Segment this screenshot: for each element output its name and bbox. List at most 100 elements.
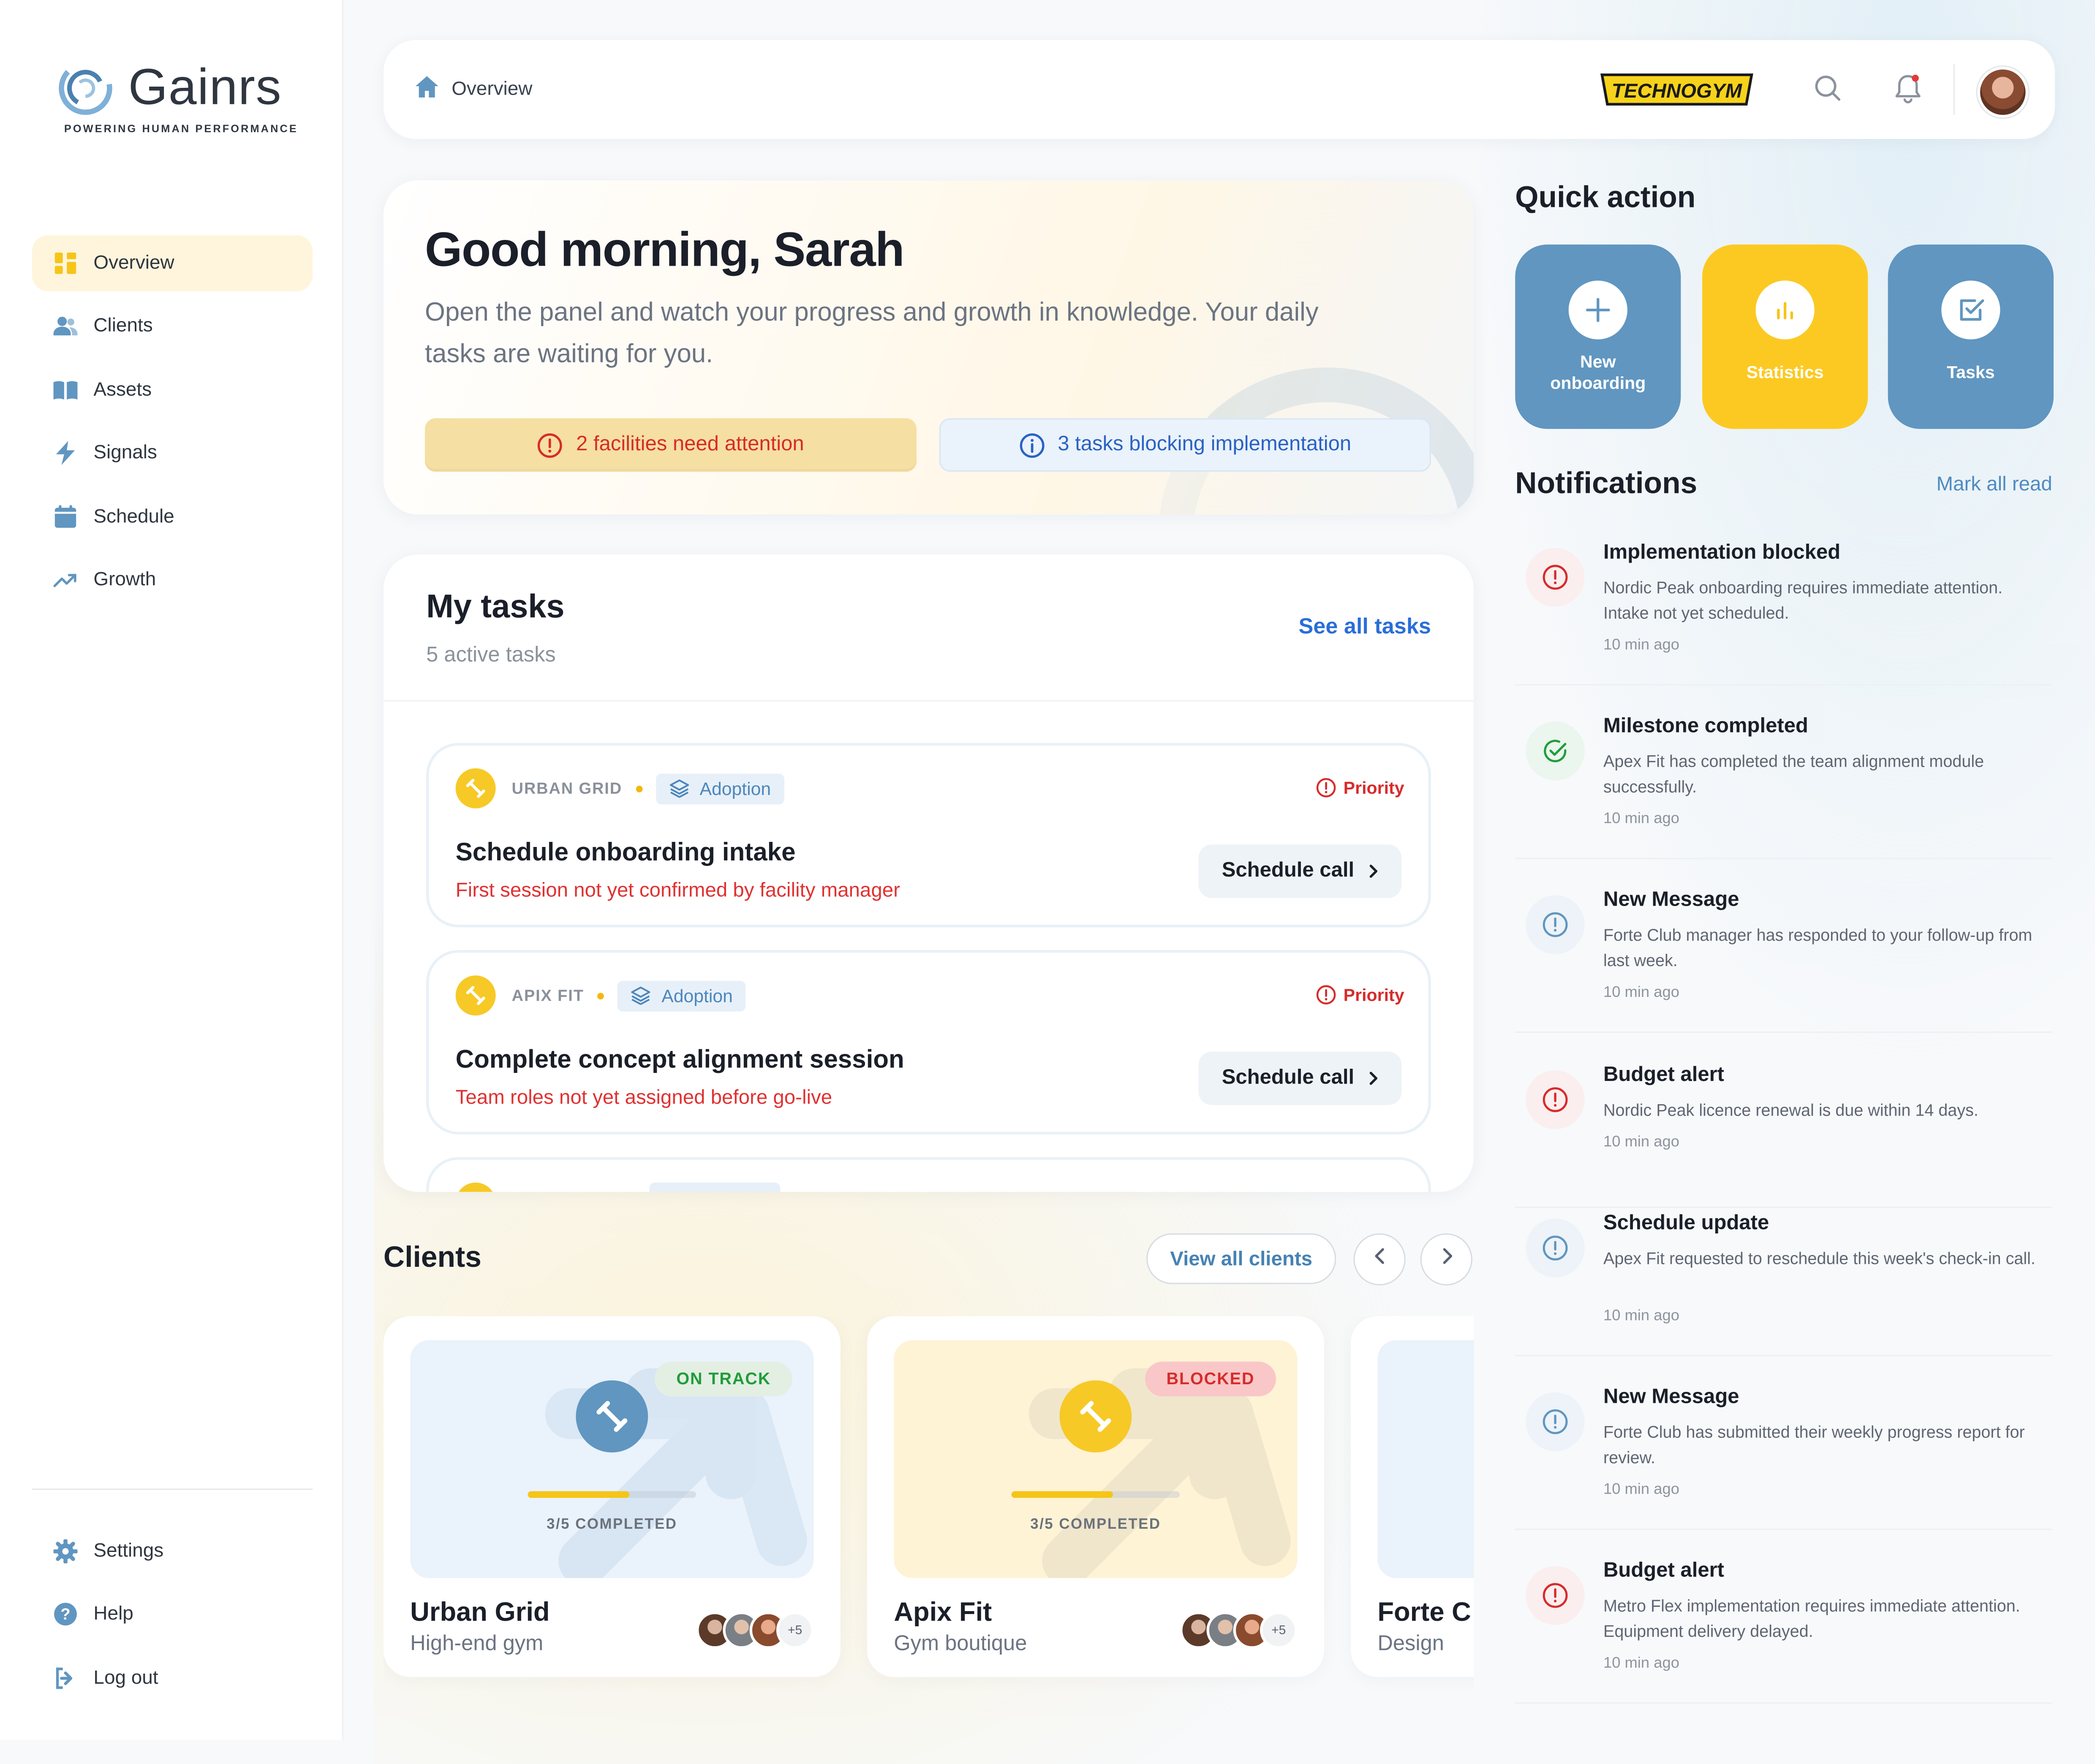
task-card[interactable]: URBAN GRID Adoption Priority Schedule on… <box>426 743 1431 928</box>
new-onboarding-button[interactable]: New onboarding <box>1515 244 1681 429</box>
priority-label: Priority <box>1343 985 1404 1005</box>
attention-alert[interactable]: 2 facilities need attention <box>424 418 917 472</box>
partner-logo-text: TECHNOGYM <box>1612 80 1743 102</box>
client-type: Design <box>1377 1633 1444 1656</box>
attention-label: 2 facilities need attention <box>576 433 804 456</box>
greeting-subtitle: Open the panel and watch your progress a… <box>424 298 1319 369</box>
brand-tagline: POWERING HUMAN PERFORMANCE <box>64 123 298 135</box>
carousel-next-button[interactable] <box>1420 1233 1472 1286</box>
sidebar-item-assets[interactable]: Assets <box>32 362 313 418</box>
sidebar-item-label: Settings <box>93 1541 164 1562</box>
layers-icon <box>631 986 651 1005</box>
see-all-tasks-link[interactable]: See all tasks <box>1298 615 1431 640</box>
tasks-button[interactable]: Tasks <box>1888 244 2054 429</box>
task-client-name: APIX FIT <box>512 986 584 1005</box>
more-avatars-count: +5 <box>1260 1611 1298 1649</box>
client-name: Forte C <box>1377 1598 1471 1628</box>
sidebar-item-clients[interactable]: Clients <box>32 299 313 355</box>
notification-item[interactable]: New Message Forte Club manager has respo… <box>1515 885 2052 1033</box>
alert-circle-icon <box>537 432 563 457</box>
sidebar-item-overview[interactable]: Overview <box>32 235 313 291</box>
client-card[interactable]: Forte C Design <box>1351 1316 1474 1677</box>
task-description: First session not yet confirmed by facil… <box>455 879 900 902</box>
brand-logo[interactable]: Gainrs <box>56 59 282 117</box>
notification-time: 10 min ago <box>1603 637 1679 653</box>
trend-icon <box>53 568 78 592</box>
chevron-right-icon <box>1368 863 1378 879</box>
sidebar-item-label: Growth <box>93 569 156 591</box>
progress-bar <box>1011 1491 1180 1498</box>
notification-time: 10 min ago <box>1603 811 1679 828</box>
team-avatars[interactable]: +5 <box>1180 1611 1298 1649</box>
client-name: Apix Fit <box>894 1598 992 1628</box>
notification-item[interactable]: Budget alert Nordic Peak licence renewal… <box>1515 1059 2052 1208</box>
notification-item[interactable]: New Message Forte Club has submitted the… <box>1515 1382 2052 1530</box>
sidebar-item-schedule[interactable]: Schedule <box>32 488 313 544</box>
blocking-label: 3 tasks blocking implementation <box>1058 433 1352 456</box>
task-tag-label: Adoption <box>661 985 733 1006</box>
book-icon <box>53 378 78 402</box>
task-card-partial[interactable] <box>426 1157 1431 1192</box>
tasks-count: 5 active tasks <box>426 644 556 667</box>
notification-title: New Message <box>1603 888 1739 912</box>
statistics-button[interactable]: Statistics <box>1702 244 1868 429</box>
status-badge: ON TRACK <box>655 1361 792 1396</box>
sidebar-item-label: Assets <box>93 379 152 401</box>
mark-all-read-link[interactable]: Mark all read <box>1937 473 2052 496</box>
sidebar-item-logout[interactable]: Log out <box>32 1650 313 1706</box>
client-badge-icon <box>455 768 496 808</box>
bell-icon[interactable] <box>1893 72 1923 111</box>
status-badge: BLOCKED <box>1145 1361 1276 1396</box>
search-icon[interactable] <box>1813 74 1843 109</box>
priority-label: Priority <box>1343 778 1404 798</box>
schedule-call-button[interactable]: Schedule call <box>1198 844 1402 898</box>
chevron-left-icon <box>1373 1247 1386 1272</box>
more-avatars-count: +5 <box>776 1611 814 1649</box>
notification-title: Schedule update <box>1603 1212 1769 1235</box>
sidebar-item-label: Log out <box>93 1667 158 1689</box>
topbar-divider <box>1953 64 1955 115</box>
sidebar-item-settings[interactable]: Settings <box>32 1523 313 1579</box>
sidebar-item-label: Help <box>93 1604 133 1625</box>
chevron-right-icon <box>1439 1247 1453 1272</box>
notification-body: Forte Club has submitted their weekly pr… <box>1603 1423 2025 1467</box>
client-type: Gym boutique <box>894 1633 1027 1656</box>
client-card[interactable]: BLOCKED 3/5 COMPLETED Apix Fit Gym bouti… <box>867 1316 1324 1677</box>
notification-body: Forte Club manager has responded to your… <box>1603 926 2032 970</box>
calendar-icon <box>54 504 78 528</box>
sidebar-nav: Overview Clients Assets Signals Schedule… <box>32 235 313 615</box>
breadcrumb[interactable]: Overview <box>415 76 532 103</box>
user-avatar[interactable] <box>1977 67 2028 118</box>
notifications-title: Notifications <box>1515 466 1698 500</box>
notification-body: Nordic Peak onboarding requires immediat… <box>1603 578 2003 623</box>
bolt-icon <box>54 441 78 466</box>
view-all-clients-button[interactable]: View all clients <box>1146 1233 1336 1284</box>
layers-icon <box>669 779 689 798</box>
clients-title: Clients <box>383 1240 482 1274</box>
priority-badge: Priority <box>1317 778 1404 798</box>
client-type: High-end gym <box>410 1633 544 1656</box>
sidebar-item-help[interactable]: ? Help <box>32 1587 313 1643</box>
help-icon: ? <box>54 1603 78 1627</box>
client-card[interactable]: ON TRACK 3/5 COMPLETED Urban Grid High-e… <box>383 1316 841 1677</box>
notification-body: Apex Fit requested to reschedule this we… <box>1603 1249 2035 1268</box>
top-bar: Overview TECHNOGYM <box>383 40 2055 139</box>
notification-item[interactable]: Milestone completed Apex Fit has complet… <box>1515 711 2052 860</box>
sidebar-item-growth[interactable]: Growth <box>32 552 313 608</box>
team-avatars[interactable]: +5 <box>696 1611 814 1649</box>
app-root: Gainrs POWERING HUMAN PERFORMANCE Overvi… <box>0 0 2095 1764</box>
sidebar-divider <box>32 1488 313 1490</box>
notification-item[interactable]: Budget alert Metro Flex implementation r… <box>1515 1555 2052 1704</box>
carousel-prev-button[interactable] <box>1353 1233 1406 1286</box>
task-tag <box>649 1182 781 1192</box>
notification-item[interactable]: Schedule update Apex Fit requested to re… <box>1515 1208 2052 1356</box>
sidebar-item-signals[interactable]: Signals <box>32 425 313 481</box>
notification-time: 10 min ago <box>1603 1482 1679 1498</box>
blocking-alert[interactable]: 3 tasks blocking implementation <box>939 418 1431 472</box>
my-tasks-panel: My tasks 5 active tasks See all tasks UR… <box>383 554 1474 1192</box>
logout-icon <box>54 1666 78 1690</box>
notification-item[interactable]: Implementation blocked Nordic Peak onboa… <box>1515 537 2052 686</box>
schedule-call-button[interactable]: Schedule call <box>1198 1051 1402 1105</box>
progress-bar <box>528 1491 697 1498</box>
task-card[interactable]: APIX FIT Adoption Priority Complete conc… <box>426 950 1431 1135</box>
